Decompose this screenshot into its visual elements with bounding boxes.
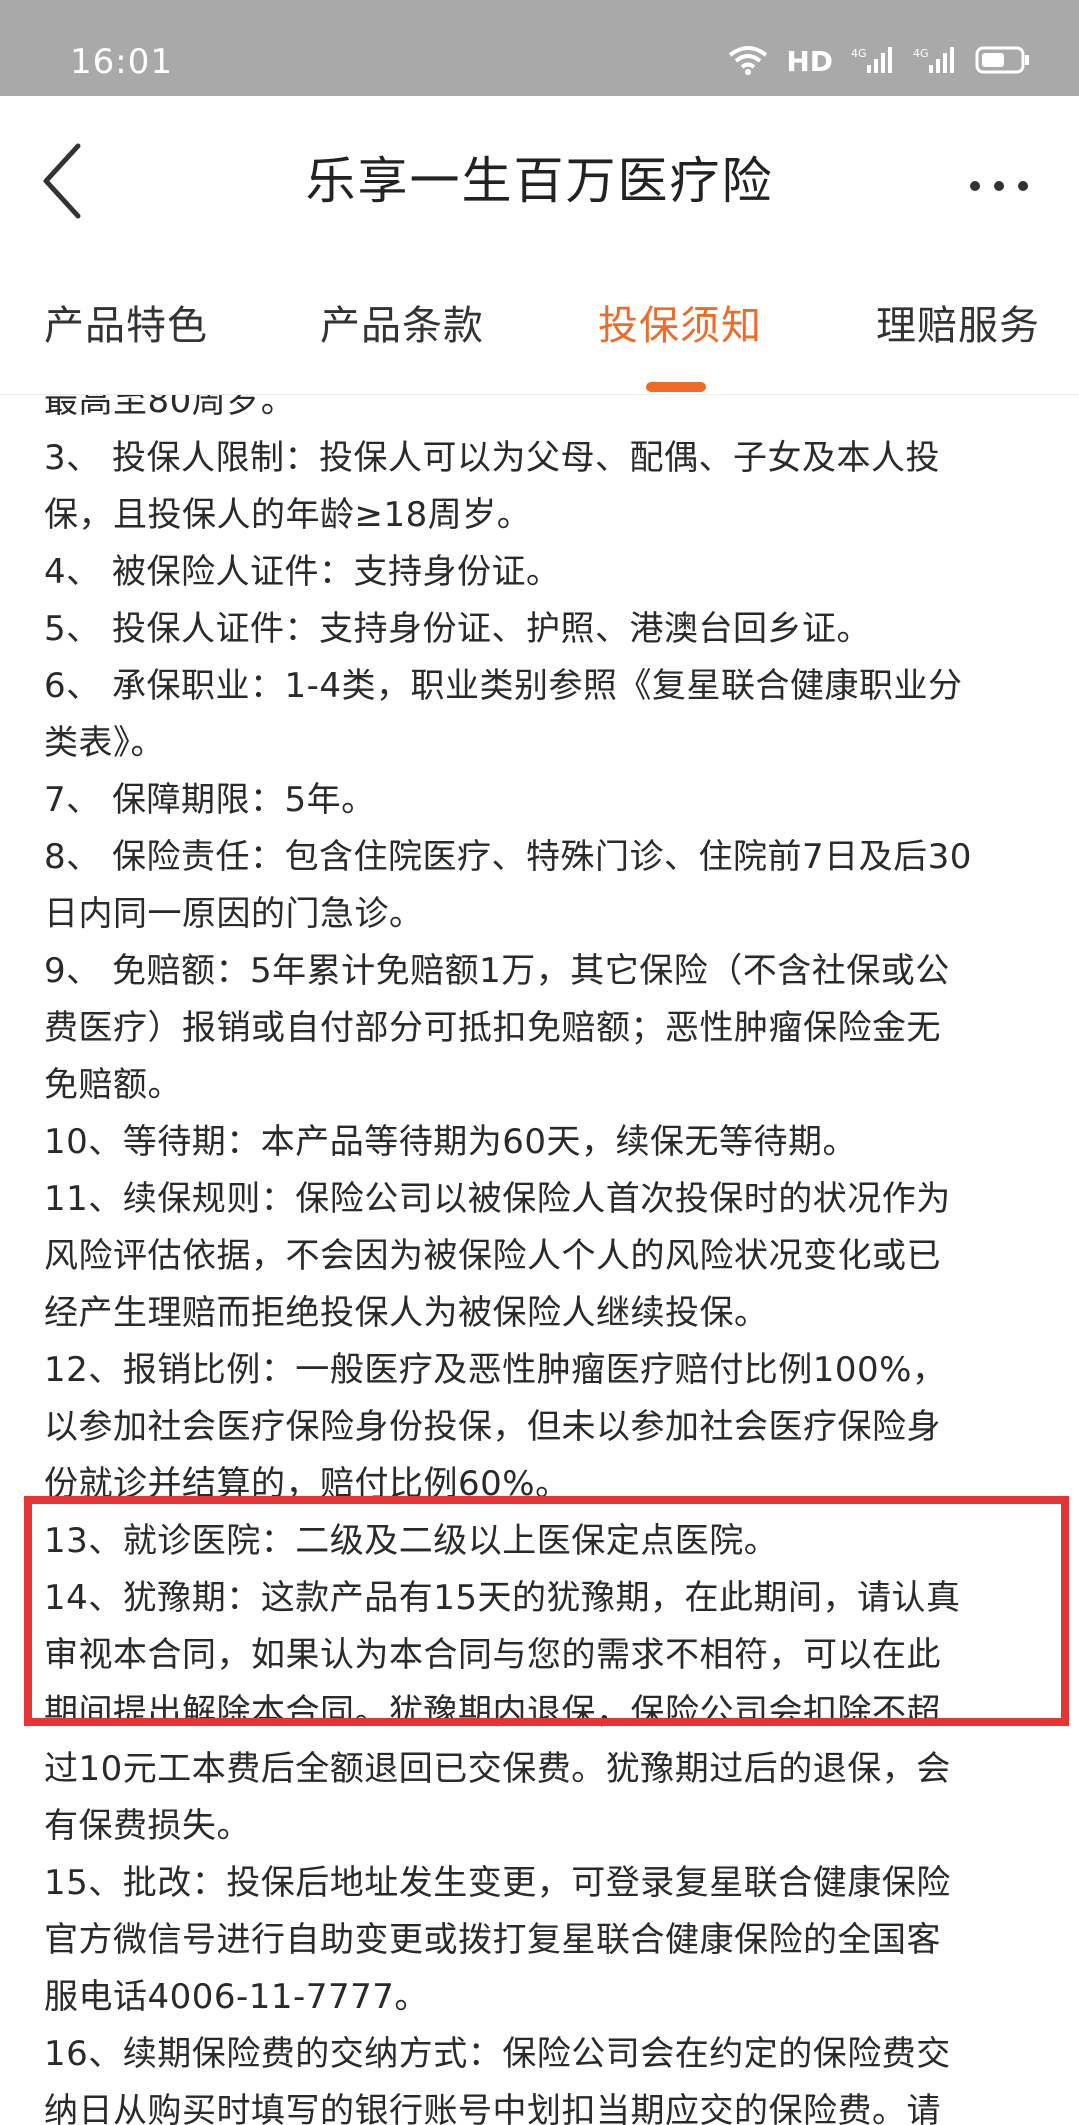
hd-indicator: HD: [786, 45, 833, 78]
notice-line: 免赔额。: [44, 1065, 182, 1105]
notice-line: 15、批改：投保后地址发生变更，可登录复星联合健康保险: [44, 1863, 951, 1903]
notice-line: 官方微信号进行自助变更或拨打复星联合健康保险的全国客: [44, 1920, 941, 1960]
notice-line: 5、 投保人证件：支持身份证、护照、港澳台回乡证。: [44, 609, 871, 649]
notice-line: 16、续期保险费的交纳方式：保险公司会在约定的保险费交: [44, 2034, 951, 2074]
notice-line: 类表》。: [44, 723, 165, 763]
battery-icon: [975, 45, 1031, 79]
tab-insurance-notice[interactable]: 投保须知: [598, 300, 762, 352]
notice-line: 费医疗）报销或自付部分可抵扣免赔额；恶性肿瘤保险金无: [44, 1008, 941, 1048]
notice-line: 风险评估依据，不会因为被保险人个人的风险状况变化或已: [44, 1236, 941, 1276]
notice-line: 纳日从购买时填写的银行账号中划扣当期应交的保险费。请: [44, 2091, 941, 2125]
notice-line: 日内同一原因的门急诊。: [44, 894, 424, 934]
notice-text: 最高至80周岁。 3、 投保人限制：投保人可以为父母、配偶、子女及本人投 保，且投保…: [44, 395, 1044, 2125]
notice-line: 有保费损失。: [44, 1806, 251, 1846]
more-button[interactable]: [963, 168, 1035, 204]
notice-line: 12、报销比例：一般医疗及恶性肿瘤医疗赔付比例100%，: [44, 1350, 947, 1390]
notice-line: 4、 被保险人证件：支持身份证。: [44, 552, 561, 592]
notice-line: 过10元工本费后全额退回已交保费。犹豫期过后的退保，会: [44, 1749, 951, 1789]
svg-text:4G: 4G: [913, 47, 929, 60]
more-dots-icon: [970, 181, 1028, 191]
tab-product-terms[interactable]: 产品条款: [320, 300, 484, 352]
notice-line: 经产生理赔而拒绝投保人为被保险人继续投保。: [44, 1293, 769, 1333]
notice-line: 10、等待期：本产品等待期为60天，续保无等待期。: [44, 1122, 858, 1162]
signal-4g-icon: 4G: [851, 45, 895, 79]
wifi-icon: [728, 45, 768, 79]
notice-line: 7、 保障期限：5年。: [44, 780, 376, 820]
page-title: 乐享一生百万医疗险: [305, 152, 774, 210]
signal-4g-icon: 4G: [913, 45, 957, 79]
status-time: 16:01: [70, 42, 173, 82]
notice-line: 9、 免赔额：5年累计免赔额1万，其它保险（不含社保或公: [44, 951, 950, 991]
highlight-box: [24, 1496, 1069, 1726]
notice-line: 6、 承保职业：1-4类，职业类别参照《复星联合健康职业分: [44, 666, 963, 706]
notice-line: 3、 投保人限制：投保人可以为父母、配偶、子女及本人投: [44, 438, 940, 478]
notice-line: 服电话4006-11-7777。: [44, 1977, 429, 2017]
tab-product-features[interactable]: 产品特色: [44, 300, 208, 352]
tab-claim-service[interactable]: 理赔服务: [876, 300, 1040, 352]
notice-content[interactable]: 最高至80周岁。 3、 投保人限制：投保人可以为父母、配偶、子女及本人投 保，且投保…: [0, 395, 1079, 2125]
notice-line: 保，且投保人的年龄≥18周岁。: [44, 495, 532, 535]
notice-line: 11、续保规则：保险公司以被保险人首次投保时的状况作为: [44, 1179, 951, 1219]
svg-text:4G: 4G: [851, 47, 867, 60]
title-bar: 乐享一生百万医疗险: [0, 96, 1079, 266]
notice-line: 以参加社会医疗保险身份投保，但未以参加社会医疗保险身: [44, 1407, 941, 1447]
status-bar: 16:01 HD 4G 4G: [0, 0, 1079, 96]
tab-bar: 产品特色 产品条款 投保须知 理赔服务: [0, 266, 1079, 395]
notice-line: 8、 保险责任：包含住院医疗、特殊门诊、住院前7日及后30: [44, 837, 972, 877]
status-icons: HD 4G 4G: [728, 40, 1031, 84]
notice-line: 最高至80周岁。: [44, 395, 296, 421]
active-tab-indicator: [646, 382, 706, 392]
